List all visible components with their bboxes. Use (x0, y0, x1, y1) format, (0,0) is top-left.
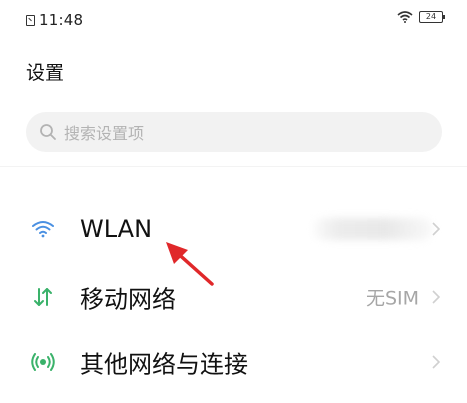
settings-item-wlan[interactable]: WLAN (0, 199, 467, 259)
settings-item-other-networks[interactable]: 其他网络与连接 (0, 332, 467, 392)
settings-item-mobile-network[interactable]: 移动网络 无SIM (0, 267, 467, 327)
battery-level: 24 (425, 12, 437, 21)
settings-item-value: 无SIM (365, 287, 419, 310)
mobile-data-icon (30, 284, 56, 310)
search-input[interactable]: 搜索设置项 (26, 112, 442, 152)
status-bar: 11:48 24 (0, 0, 467, 40)
wlan-network-name-obscured (313, 218, 433, 240)
page-title: 设置 (26, 62, 65, 84)
other-networks-icon (30, 349, 56, 375)
chevron-right-icon (431, 221, 441, 237)
battery-icon: 24 (419, 11, 445, 23)
wifi-icon (30, 216, 56, 242)
chevron-right-icon (431, 354, 441, 370)
settings-item-label: WLAN (80, 215, 153, 243)
status-bar-right: 24 (397, 11, 445, 23)
status-time: 11:48 (39, 11, 84, 29)
chevron-right-icon (431, 289, 441, 305)
status-bar-left: 11:48 (26, 11, 83, 29)
sim-card-icon (26, 14, 35, 26)
search-icon (38, 122, 58, 142)
wifi-icon (397, 11, 413, 23)
divider (0, 166, 467, 167)
search-placeholder: 搜索设置项 (64, 124, 145, 143)
annotation-arrow-icon (166, 242, 214, 286)
settings-item-label: 其他网络与连接 (80, 350, 248, 379)
